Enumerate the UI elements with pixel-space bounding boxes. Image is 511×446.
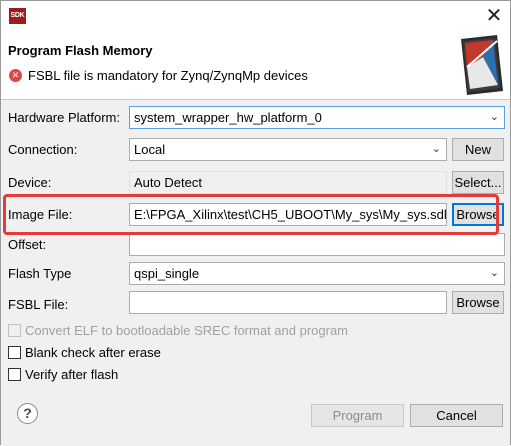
hardware-platform-value: system_wrapper_hw_platform_0 (134, 110, 322, 125)
connection-select[interactable]: Local ⌄ (129, 138, 447, 161)
blank-check-checkbox[interactable]: Blank check after erase (8, 345, 161, 360)
checkbox-box[interactable] (8, 346, 21, 359)
device-field: Auto Detect (129, 171, 447, 194)
flash-type-label: Flash Type (8, 266, 72, 281)
checkbox-box[interactable] (8, 324, 21, 337)
hardware-platform-label: Hardware Platform: (8, 110, 120, 125)
program-flash-dialog: SDK ✕ Program Flash Memory ✕ FSBL file i… (0, 0, 511, 446)
flash-type-select[interactable]: qspi_single ⌄ (129, 262, 505, 285)
error-message: FSBL file is mandatory for Zynq/ZynqMp d… (28, 68, 308, 83)
chevron-down-icon: ⌄ (431, 143, 441, 155)
form-area: Hardware Platform: system_wrapper_hw_pla… (1, 100, 510, 446)
chevron-down-icon: ⌄ (489, 111, 499, 123)
title-bar: SDK ✕ (1, 1, 510, 31)
connection-value: Local (134, 142, 166, 157)
error-icon: ✕ (9, 69, 22, 82)
convert-elf-label: Convert ELF to bootloadable SREC format … (25, 323, 349, 338)
connection-label: Connection: (8, 142, 78, 157)
fsbl-file-label: FSBL File: (8, 297, 69, 312)
device-label: Device: (8, 175, 52, 190)
dialog-header: Program Flash Memory ✕ FSBL file is mand… (1, 31, 510, 99)
sdk-app-icon: SDK (9, 8, 26, 24)
image-file-browse-button[interactable]: Browse (452, 203, 504, 226)
close-button[interactable]: ✕ (479, 3, 509, 29)
hardware-platform-select[interactable]: system_wrapper_hw_platform_0 ⌄ (129, 106, 505, 129)
select-device-button[interactable]: Select... (452, 171, 504, 194)
image-file-label: Image File: (8, 207, 73, 222)
fsbl-browse-button[interactable]: Browse (452, 291, 504, 314)
blank-check-label: Blank check after erase (25, 345, 161, 360)
cancel-button[interactable]: Cancel (410, 404, 503, 427)
program-button[interactable]: Program (311, 404, 404, 427)
offset-input[interactable] (129, 233, 505, 256)
help-icon[interactable]: ? (17, 403, 38, 424)
new-connection-button[interactable]: New (452, 138, 504, 161)
chevron-down-icon: ⌄ (489, 267, 499, 279)
image-file-input[interactable]: E:\FPGA_Xilinx\test\CH5_UBOOT\My_sys\My_… (129, 203, 447, 226)
offset-label: Offset: (8, 237, 47, 252)
page-title: Program Flash Memory (8, 43, 153, 58)
flash-type-value: qspi_single (134, 266, 200, 281)
fsbl-file-input[interactable] (129, 291, 447, 314)
checkbox-box[interactable] (8, 368, 21, 381)
convert-elf-checkbox[interactable]: Convert ELF to bootloadable SREC format … (8, 323, 348, 338)
verify-checkbox[interactable]: Verify after flash (8, 367, 118, 382)
flash-memory-banner-icon (461, 35, 503, 95)
verify-label: Verify after flash (25, 367, 119, 382)
